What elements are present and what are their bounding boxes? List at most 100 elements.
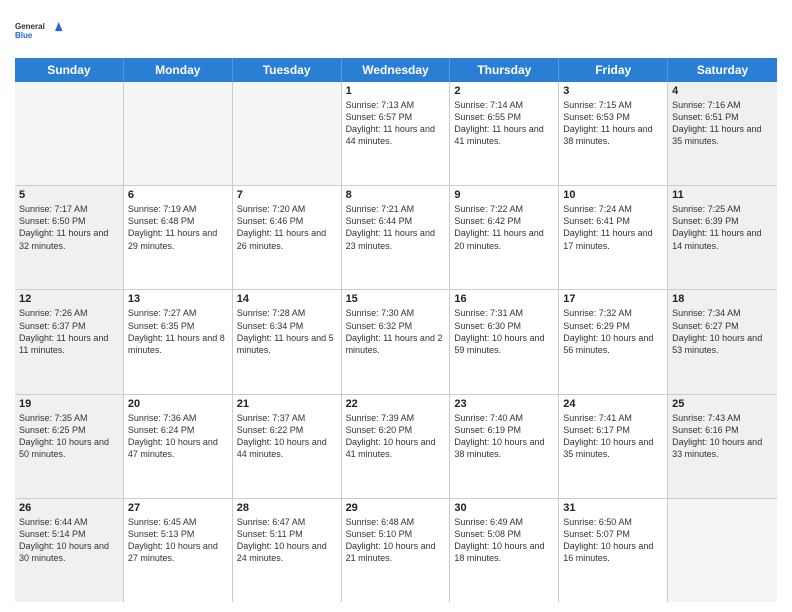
day-number: 1 (346, 85, 446, 97)
calendar-header: SundayMondayTuesdayWednesdayThursdayFrid… (15, 58, 777, 82)
day-info: Sunrise: 7:22 AM Sunset: 6:42 PM Dayligh… (454, 203, 554, 252)
empty-cell-0-2 (233, 82, 342, 185)
header-day-saturday: Saturday (668, 58, 777, 82)
day-number: 2 (454, 85, 554, 97)
day-info: Sunrise: 7:15 AM Sunset: 6:53 PM Dayligh… (563, 99, 663, 148)
day-info: Sunrise: 7:25 AM Sunset: 6:39 PM Dayligh… (672, 203, 773, 252)
day-number: 5 (19, 189, 119, 201)
day-info: Sunrise: 7:41 AM Sunset: 6:17 PM Dayligh… (563, 412, 663, 461)
day-cell-22: 22Sunrise: 7:39 AM Sunset: 6:20 PM Dayli… (342, 395, 451, 498)
day-number: 7 (237, 189, 337, 201)
calendar-row-1: 5Sunrise: 7:17 AM Sunset: 6:50 PM Daylig… (15, 186, 777, 290)
day-info: Sunrise: 6:44 AM Sunset: 5:14 PM Dayligh… (19, 516, 119, 565)
calendar-row-3: 19 Sunrise: 7:35 AM Sunset: 6:25 PM Dayli… (15, 395, 777, 499)
day-info: Sunrise: 6:49 AM Sunset: 5:08 PM Dayligh… (454, 516, 554, 565)
day-info: Sunrise: 6:45 AM Sunset: 5:13 PM Dayligh… (128, 516, 228, 565)
day-number: 12 (19, 293, 119, 305)
day-info: Sunrise: 7:21 AM Sunset: 6:44 PM Dayligh… (346, 203, 446, 252)
empty-cell-4-6 (668, 499, 777, 602)
header-day-wednesday: Wednesday (342, 58, 451, 82)
day-cell-4: 4 Sunrise: 7:16 AM Sunset: 6:51 PM Daylig… (668, 82, 777, 185)
day-info: Sunrise: 7:35 AM Sunset: 6:25 PM Dayligh… (19, 412, 119, 461)
day-cell-1: 1 Sunrise: 7:13 AM Sunset: 6:57 PM Daylig… (342, 82, 451, 185)
day-number: 17 (563, 293, 663, 305)
day-cell-17: 17 Sunrise: 7:32 AM Sunset: 6:29 PM Dayli… (559, 290, 668, 393)
day-number: 27 (128, 502, 228, 514)
header-day-sunday: Sunday (15, 58, 124, 82)
calendar: SundayMondayTuesdayWednesdayThursdayFrid… (15, 58, 777, 602)
day-cell-26: 26 Sunrise: 6:44 AM Sunset: 5:14 PM Dayli… (15, 499, 124, 602)
day-info: Sunrise: 7:40 AM Sunset: 6:19 PM Dayligh… (454, 412, 554, 461)
day-cell-8: 8 Sunrise: 7:21 AM Sunset: 6:44 PM Daylig… (342, 186, 451, 289)
day-info: Sunrise: 7:16 AM Sunset: 6:51 PM Dayligh… (672, 99, 773, 148)
logo-svg: General Blue (15, 10, 63, 50)
day-cell-27: 27 Sunrise: 6:45 AM Sunset: 5:13 PM Dayli… (124, 499, 233, 602)
day-cell-23: 23 Sunrise: 7:40 AM Sunset: 6:19 PM Dayli… (450, 395, 559, 498)
day-number: 14 (237, 293, 337, 305)
day-cell-25: 25Sunrise: 7:43 AM Sunset: 6:16 PM Dayli… (668, 395, 777, 498)
day-number: 16 (454, 293, 554, 305)
day-number: 20 (128, 398, 228, 410)
day-cell-24: 24 Sunrise: 7:41 AM Sunset: 6:17 PM Dayli… (559, 395, 668, 498)
day-number: 23 (454, 398, 554, 410)
day-cell-28: 28 Sunrise: 6:47 AM Sunset: 5:11 PM Dayli… (233, 499, 342, 602)
day-cell-20: 20Sunrise: 7:36 AM Sunset: 6:24 PM Dayli… (124, 395, 233, 498)
day-info: Sunrise: 6:47 AM Sunset: 5:11 PM Dayligh… (237, 516, 337, 565)
day-info: Sunrise: 7:13 AM Sunset: 6:57 PM Dayligh… (346, 99, 446, 148)
day-number: 9 (454, 189, 554, 201)
day-cell-16: 16Sunrise: 7:31 AM Sunset: 6:30 PM Dayli… (450, 290, 559, 393)
day-info: Sunrise: 7:39 AM Sunset: 6:20 PM Dayligh… (346, 412, 446, 461)
day-info: Sunrise: 7:34 AM Sunset: 6:27 PM Dayligh… (672, 307, 773, 356)
day-number: 21 (237, 398, 337, 410)
day-cell-19: 19 Sunrise: 7:35 AM Sunset: 6:25 PM Dayli… (15, 395, 124, 498)
day-cell-7: 7 Sunrise: 7:20 AM Sunset: 6:46 PM Daylig… (233, 186, 342, 289)
day-info: Sunrise: 7:27 AM Sunset: 6:35 PM Dayligh… (128, 307, 228, 356)
svg-text:General: General (15, 22, 45, 31)
day-cell-18: 18 Sunrise: 7:34 AM Sunset: 6:27 PM Dayli… (668, 290, 777, 393)
day-number: 31 (563, 502, 663, 514)
svg-text:Blue: Blue (15, 31, 33, 40)
day-number: 10 (563, 189, 663, 201)
day-number: 3 (563, 85, 663, 97)
day-number: 18 (672, 293, 773, 305)
day-info: Sunrise: 7:28 AM Sunset: 6:34 PM Dayligh… (237, 307, 337, 356)
day-info: Sunrise: 7:24 AM Sunset: 6:41 PM Dayligh… (563, 203, 663, 252)
calendar-row-2: 12 Sunrise: 7:26 AM Sunset: 6:37 PM Dayli… (15, 290, 777, 394)
day-info: Sunrise: 7:30 AM Sunset: 6:32 PM Dayligh… (346, 307, 446, 356)
day-cell-15: 15 Sunrise: 7:30 AM Sunset: 6:32 PM Dayli… (342, 290, 451, 393)
day-number: 29 (346, 502, 446, 514)
day-cell-3: 3 Sunrise: 7:15 AM Sunset: 6:53 PM Daylig… (559, 82, 668, 185)
day-number: 30 (454, 502, 554, 514)
day-number: 8 (346, 189, 446, 201)
calendar-row-0: 1 Sunrise: 7:13 AM Sunset: 6:57 PM Daylig… (15, 82, 777, 186)
day-info: Sunrise: 7:26 AM Sunset: 6:37 PM Dayligh… (19, 307, 119, 356)
day-number: 11 (672, 189, 773, 201)
day-info: Sunrise: 7:14 AM Sunset: 6:55 PM Dayligh… (454, 99, 554, 148)
day-info: Sunrise: 6:50 AM Sunset: 5:07 PM Dayligh… (563, 516, 663, 565)
header-day-monday: Monday (124, 58, 233, 82)
day-cell-21: 21 Sunrise: 7:37 AM Sunset: 6:22 PM Dayli… (233, 395, 342, 498)
header-day-friday: Friday (559, 58, 668, 82)
day-number: 15 (346, 293, 446, 305)
day-cell-12: 12 Sunrise: 7:26 AM Sunset: 6:37 PM Dayli… (15, 290, 124, 393)
day-info: Sunrise: 6:48 AM Sunset: 5:10 PM Dayligh… (346, 516, 446, 565)
header-day-tuesday: Tuesday (233, 58, 342, 82)
day-cell-5: 5Sunrise: 7:17 AM Sunset: 6:50 PM Daylig… (15, 186, 124, 289)
empty-cell-0-0 (15, 82, 124, 185)
day-number: 24 (563, 398, 663, 410)
day-number: 13 (128, 293, 228, 305)
day-cell-10: 10 Sunrise: 7:24 AM Sunset: 6:41 PM Dayli… (559, 186, 668, 289)
day-cell-30: 30 Sunrise: 6:49 AM Sunset: 5:08 PM Dayli… (450, 499, 559, 602)
day-info: Sunrise: 7:20 AM Sunset: 6:46 PM Dayligh… (237, 203, 337, 252)
day-number: 26 (19, 502, 119, 514)
day-number: 4 (672, 85, 773, 97)
page-header: General Blue (15, 10, 777, 50)
day-info: Sunrise: 7:43 AM Sunset: 6:16 PM Dayligh… (672, 412, 773, 461)
day-number: 6 (128, 189, 228, 201)
day-info: Sunrise: 7:32 AM Sunset: 6:29 PM Dayligh… (563, 307, 663, 356)
day-number: 28 (237, 502, 337, 514)
day-info: Sunrise: 7:37 AM Sunset: 6:22 PM Dayligh… (237, 412, 337, 461)
day-cell-9: 9 Sunrise: 7:22 AM Sunset: 6:42 PM Daylig… (450, 186, 559, 289)
day-number: 19 (19, 398, 119, 410)
day-info: Sunrise: 7:19 AM Sunset: 6:48 PM Dayligh… (128, 203, 228, 252)
